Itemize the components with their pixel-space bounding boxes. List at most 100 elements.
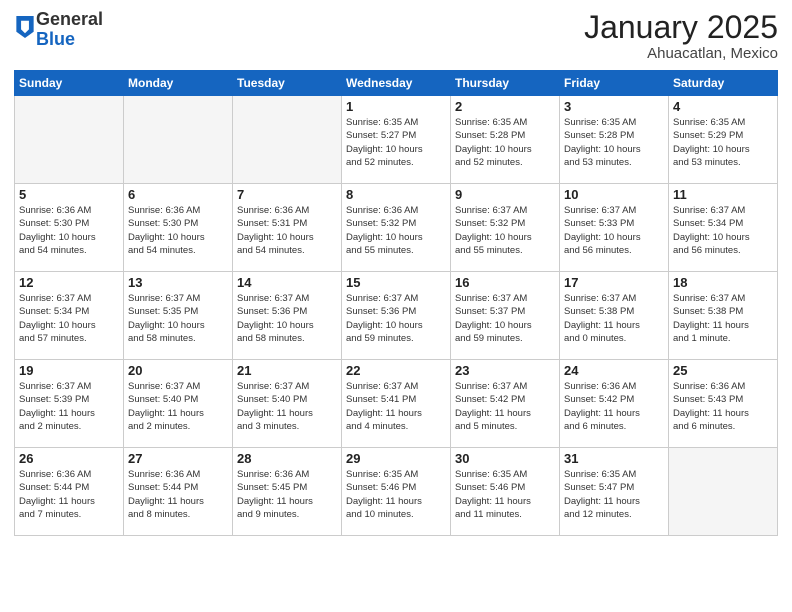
cal-cell: 14Sunrise: 6:37 AMSunset: 5:36 PMDayligh… [233, 272, 342, 360]
cal-cell: 26Sunrise: 6:36 AMSunset: 5:44 PMDayligh… [15, 448, 124, 536]
cal-cell: 8 Sunrise: 6:36 AMSunset: 5:32 PMDaylight… [342, 184, 451, 272]
cal-cell: 4Sunrise: 6:35 AMSunset: 5:29 PMDaylight… [669, 96, 778, 184]
cal-cell: 7 Sunrise: 6:36 AMSunset: 5:31 PMDaylight… [233, 184, 342, 272]
cal-cell: 22Sunrise: 6:37 AMSunset: 5:41 PMDayligh… [342, 360, 451, 448]
logo-general-text: General [36, 9, 103, 29]
day-header-wednesday: Wednesday [342, 71, 451, 96]
day-number: 5 [19, 187, 119, 202]
logo-icon [16, 16, 34, 38]
day-number: 29 [346, 451, 446, 466]
cal-cell: 20Sunrise: 6:37 AMSunset: 5:40 PMDayligh… [124, 360, 233, 448]
day-number: 13 [128, 275, 228, 290]
day-number: 8 [346, 187, 446, 202]
cell-info: Sunrise: 6:35 AMSunset: 5:46 PMDaylight:… [346, 468, 446, 521]
logo: General Blue [14, 10, 103, 50]
cal-cell: 17 Sunrise: 6:37 AMSunset: 5:38 PMDayligh… [560, 272, 669, 360]
week-row-4: 19 Sunrise: 6:37 AMSunset: 5:39 PMDayligh… [15, 360, 778, 448]
cell-info: Sunrise: 6:36 AMSunset: 5:42 PMDaylight:… [564, 380, 664, 433]
cal-cell: 15 Sunrise: 6:37 AMSunset: 5:36 PMDayligh… [342, 272, 451, 360]
cell-info: Sunrise: 6:35 AMSunset: 5:28 PMDaylight:… [564, 116, 664, 169]
week-row-1: 1 Sunrise: 6:35 AMSunset: 5:27 PMDaylight… [15, 96, 778, 184]
cal-cell: 13 Sunrise: 6:37 AMSunset: 5:35 PMDayligh… [124, 272, 233, 360]
cell-info: Sunrise: 6:35 AMSunset: 5:28 PMDaylight:… [455, 116, 555, 169]
cell-info: Sunrise: 6:35 AMSunset: 5:46 PMDaylight:… [455, 468, 555, 521]
day-number: 19 [19, 363, 119, 378]
title-block: January 2025 Ahuacatlan, Mexico [584, 10, 778, 62]
header: General Blue January 2025 Ahuacatlan, Me… [14, 10, 778, 62]
cell-info: Sunrise: 6:36 AMSunset: 5:44 PMDaylight:… [128, 468, 228, 521]
cell-info: Sunrise: 6:37 AMSunset: 5:42 PMDaylight:… [455, 380, 555, 433]
cal-cell: 19 Sunrise: 6:37 AMSunset: 5:39 PMDayligh… [15, 360, 124, 448]
cell-info: Sunrise: 6:35 AMSunset: 5:27 PMDaylight:… [346, 116, 446, 169]
day-number: 31 [564, 451, 664, 466]
cal-cell: 18Sunrise: 6:37 AMSunset: 5:38 PMDayligh… [669, 272, 778, 360]
day-number: 16 [455, 275, 555, 290]
cell-info: Sunrise: 6:37 AMSunset: 5:32 PMDaylight:… [455, 204, 555, 257]
day-number: 1 [346, 99, 446, 114]
day-header-saturday: Saturday [669, 71, 778, 96]
day-number: 27 [128, 451, 228, 466]
day-header-sunday: Sunday [15, 71, 124, 96]
cal-cell: 11Sunrise: 6:37 AMSunset: 5:34 PMDayligh… [669, 184, 778, 272]
cell-info: Sunrise: 6:36 AMSunset: 5:32 PMDaylight:… [346, 204, 446, 257]
day-number: 30 [455, 451, 555, 466]
cell-info: Sunrise: 6:37 AMSunset: 5:34 PMDaylight:… [19, 292, 119, 345]
day-number: 7 [237, 187, 337, 202]
calendar-container: General Blue January 2025 Ahuacatlan, Me… [0, 0, 792, 542]
day-header-row: SundayMondayTuesdayWednesdayThursdayFrid… [15, 71, 778, 96]
cal-cell: 9Sunrise: 6:37 AMSunset: 5:32 PMDaylight… [451, 184, 560, 272]
cell-info: Sunrise: 6:36 AMSunset: 5:44 PMDaylight:… [19, 468, 119, 521]
cell-info: Sunrise: 6:37 AMSunset: 5:36 PMDaylight:… [346, 292, 446, 345]
week-row-3: 12 Sunrise: 6:37 AMSunset: 5:34 PMDayligh… [15, 272, 778, 360]
day-number: 10 [564, 187, 664, 202]
cal-cell: 1 Sunrise: 6:35 AMSunset: 5:27 PMDaylight… [342, 96, 451, 184]
cell-info: Sunrise: 6:37 AMSunset: 5:36 PMDaylight:… [237, 292, 337, 345]
cal-cell: 16Sunrise: 6:37 AMSunset: 5:37 PMDayligh… [451, 272, 560, 360]
cell-info: Sunrise: 6:37 AMSunset: 5:40 PMDaylight:… [128, 380, 228, 433]
week-row-2: 5 Sunrise: 6:36 AMSunset: 5:30 PMDaylight… [15, 184, 778, 272]
cell-info: Sunrise: 6:36 AMSunset: 5:45 PMDaylight:… [237, 468, 337, 521]
cell-info: Sunrise: 6:36 AMSunset: 5:43 PMDaylight:… [673, 380, 773, 433]
location: Ahuacatlan, Mexico [584, 45, 778, 62]
cell-info: Sunrise: 6:37 AMSunset: 5:38 PMDaylight:… [564, 292, 664, 345]
day-header-thursday: Thursday [451, 71, 560, 96]
cal-cell: 25 Sunrise: 6:36 AMSunset: 5:43 PMDayligh… [669, 360, 778, 448]
cal-cell [124, 96, 233, 184]
cal-cell: 10 Sunrise: 6:37 AMSunset: 5:33 PMDayligh… [560, 184, 669, 272]
month-title: January 2025 [584, 10, 778, 45]
cal-cell [669, 448, 778, 536]
day-header-monday: Monday [124, 71, 233, 96]
day-number: 11 [673, 187, 773, 202]
cell-info: Sunrise: 6:35 AMSunset: 5:47 PMDaylight:… [564, 468, 664, 521]
day-number: 12 [19, 275, 119, 290]
cell-info: Sunrise: 6:37 AMSunset: 5:35 PMDaylight:… [128, 292, 228, 345]
day-number: 2 [455, 99, 555, 114]
day-header-tuesday: Tuesday [233, 71, 342, 96]
cal-cell: 12 Sunrise: 6:37 AMSunset: 5:34 PMDayligh… [15, 272, 124, 360]
calendar-table: SundayMondayTuesdayWednesdayThursdayFrid… [14, 70, 778, 536]
day-header-friday: Friday [560, 71, 669, 96]
cal-cell [15, 96, 124, 184]
cal-cell: 30 Sunrise: 6:35 AMSunset: 5:46 PMDayligh… [451, 448, 560, 536]
day-number: 17 [564, 275, 664, 290]
cell-info: Sunrise: 6:37 AMSunset: 5:39 PMDaylight:… [19, 380, 119, 433]
day-number: 21 [237, 363, 337, 378]
cal-cell: 31 Sunrise: 6:35 AMSunset: 5:47 PMDayligh… [560, 448, 669, 536]
cal-cell: 3Sunrise: 6:35 AMSunset: 5:28 PMDaylight… [560, 96, 669, 184]
cell-info: Sunrise: 6:37 AMSunset: 5:33 PMDaylight:… [564, 204, 664, 257]
cell-info: Sunrise: 6:36 AMSunset: 5:30 PMDaylight:… [19, 204, 119, 257]
cell-info: Sunrise: 6:37 AMSunset: 5:38 PMDaylight:… [673, 292, 773, 345]
cal-cell: 2 Sunrise: 6:35 AMSunset: 5:28 PMDaylight… [451, 96, 560, 184]
day-number: 22 [346, 363, 446, 378]
logo-blue-text: Blue [36, 29, 75, 49]
day-number: 15 [346, 275, 446, 290]
cal-cell: 27 Sunrise: 6:36 AMSunset: 5:44 PMDayligh… [124, 448, 233, 536]
day-number: 28 [237, 451, 337, 466]
day-number: 24 [564, 363, 664, 378]
day-number: 4 [673, 99, 773, 114]
cal-cell: 29 Sunrise: 6:35 AMSunset: 5:46 PMDayligh… [342, 448, 451, 536]
cell-info: Sunrise: 6:36 AMSunset: 5:31 PMDaylight:… [237, 204, 337, 257]
cell-info: Sunrise: 6:37 AMSunset: 5:40 PMDaylight:… [237, 380, 337, 433]
day-number: 25 [673, 363, 773, 378]
cal-cell: 23Sunrise: 6:37 AMSunset: 5:42 PMDayligh… [451, 360, 560, 448]
